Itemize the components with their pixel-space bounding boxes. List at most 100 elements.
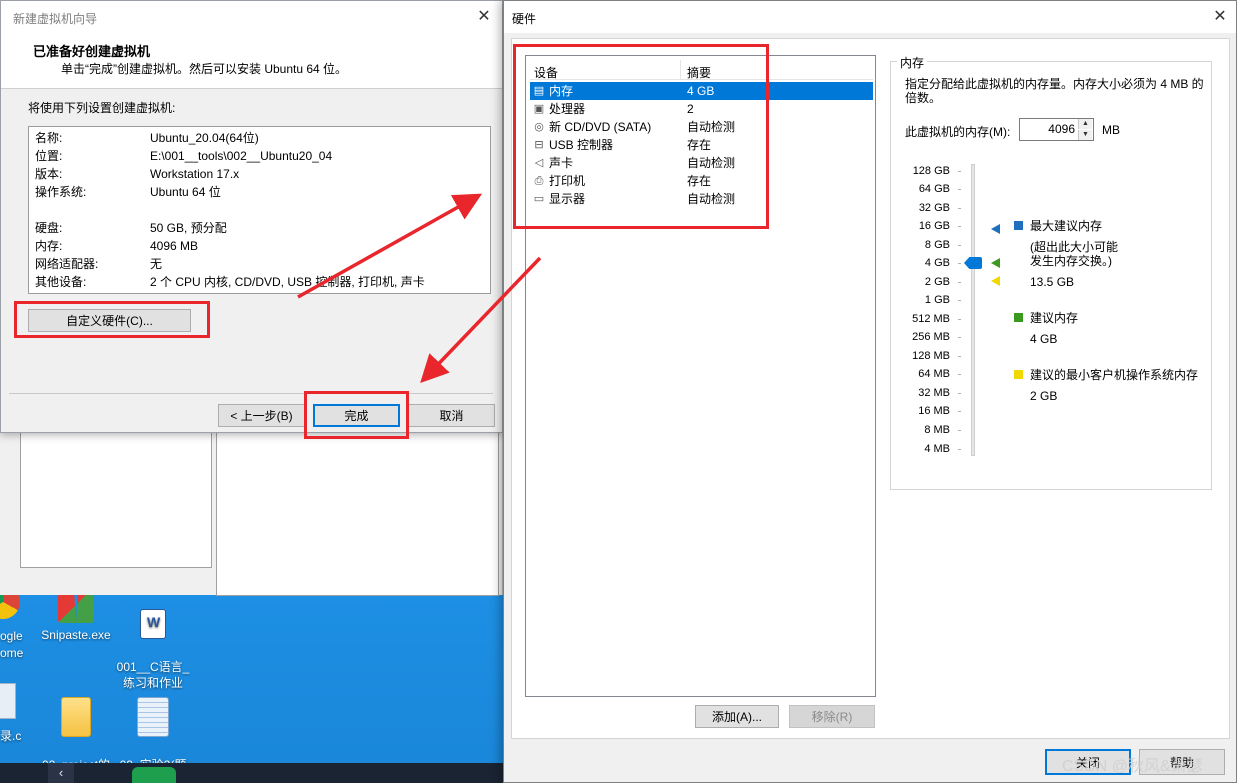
memory-size-label: 此虚拟机的内存(M): bbox=[905, 125, 1011, 139]
summary-row: 网络适配器: 无 bbox=[35, 255, 485, 273]
scale-label: 128 GB bbox=[912, 165, 950, 177]
word-document-icon: W bbox=[140, 609, 166, 639]
desktop-edge-label: ome bbox=[0, 646, 24, 660]
folder-icon bbox=[61, 697, 91, 737]
scale-label: 4 MB bbox=[924, 443, 950, 455]
desktop-icon-label: Snipaste.exe bbox=[41, 628, 111, 642]
scale-label: 4 GB bbox=[924, 257, 950, 269]
scale-tick bbox=[958, 430, 961, 431]
scale-tick bbox=[958, 226, 961, 227]
wizard-titlebar: 新建虚拟机向导 ✕ bbox=[1, 1, 502, 33]
close-icon[interactable]: ✕ bbox=[474, 7, 494, 27]
spin-down-icon[interactable]: ▼ bbox=[1078, 130, 1092, 140]
scale-label: 1 GB bbox=[924, 294, 950, 306]
desktop-icon-c-exercises[interactable]: W 001__C语言_ 练习和作业 bbox=[108, 593, 198, 691]
min-guest-label: 建议的最小客户机操作系统内存 bbox=[1030, 368, 1199, 382]
summary-row: 位置: E:\001__tools\002__Ubuntu20_04 bbox=[35, 147, 485, 165]
min-guest-value: 2 GB bbox=[1030, 389, 1058, 403]
scale-tick bbox=[958, 208, 961, 209]
summary-key: 名称: bbox=[35, 131, 63, 145]
content-panel bbox=[216, 430, 499, 596]
summary-value: 4096 MB bbox=[150, 239, 199, 253]
annotation-box-devices bbox=[513, 44, 769, 229]
summary-key: 版本: bbox=[35, 167, 63, 181]
scale-tick bbox=[958, 356, 961, 357]
vmware-background-window bbox=[0, 430, 503, 596]
summary-key: 位置: bbox=[35, 149, 63, 163]
add-device-button[interactable]: 添加(A)... bbox=[695, 705, 779, 728]
summary-value: 50 GB, 预分配 bbox=[150, 221, 227, 235]
scale-tick bbox=[958, 374, 961, 375]
summary-row: 其他设备: 2 个 CPU 内核, CD/DVD, USB 控制器, 打印机, 声… bbox=[35, 273, 485, 291]
annotation-box-finish bbox=[304, 391, 409, 439]
max-recommended-value: 13.5 GB bbox=[1030, 275, 1075, 289]
notepad-icon bbox=[137, 697, 169, 737]
summary-key: 内存: bbox=[35, 239, 63, 253]
wizard-title: 新建虚拟机向导 bbox=[13, 12, 98, 26]
memory-description: 指定分配给此虚拟机的内存量。内存大小必须为 4 MB 的倍数。 bbox=[905, 77, 1204, 105]
summary-value: 无 bbox=[150, 257, 163, 271]
scale-tick bbox=[958, 393, 961, 394]
memory-size-value[interactable]: 4096 bbox=[1048, 122, 1075, 136]
scale-tick bbox=[958, 282, 961, 283]
memory-group-title: 内存 bbox=[897, 54, 928, 71]
taskbar: ‹ bbox=[0, 763, 505, 783]
snipaste-icon bbox=[58, 593, 94, 623]
close-icon[interactable]: ✕ bbox=[1210, 7, 1230, 27]
summary-row: 硬盘: 50 GB, 预分配 bbox=[35, 219, 485, 237]
memory-slider-track[interactable] bbox=[971, 164, 975, 456]
divider bbox=[9, 393, 493, 394]
desktop-edge-label: 录.c bbox=[0, 729, 22, 743]
scale-tick bbox=[958, 300, 961, 301]
min-guest-swatch bbox=[1014, 370, 1023, 379]
summary-row: 操作系统: Ubuntu 64 位 bbox=[35, 183, 485, 201]
summary-key: 其他设备: bbox=[35, 275, 87, 289]
scale-label: 128 MB bbox=[912, 350, 950, 362]
scale-label: 16 MB bbox=[918, 405, 950, 417]
remove-device-button[interactable]: 移除(R) bbox=[789, 705, 875, 728]
scale-label: 64 GB bbox=[918, 183, 950, 195]
summary-value: E:\001__tools\002__Ubuntu20_04 bbox=[150, 149, 333, 163]
memory-size-input[interactable]: 4096 ▲ ▼ bbox=[1019, 118, 1094, 141]
notepad-icon[interactable] bbox=[0, 683, 16, 719]
scale-tick bbox=[958, 337, 961, 338]
wizard-heading: 已准备好创建虚拟机 bbox=[33, 44, 151, 59]
scale-label: 64 MB bbox=[918, 368, 950, 380]
chevron-left-icon[interactable]: ‹ bbox=[48, 763, 74, 783]
new-vm-wizard-window: 新建虚拟机向导 ✕ 已准备好创建虚拟机 单击“完成”创建虚拟机。然后可以安装 U… bbox=[0, 0, 503, 433]
recommended-marker-icon bbox=[991, 258, 1000, 268]
back-button[interactable]: < 上一步(B) bbox=[218, 404, 305, 427]
summary-key: 网络适配器: bbox=[35, 257, 99, 271]
scale-label: 32 MB bbox=[918, 387, 950, 399]
annotation-box-customize bbox=[14, 301, 210, 338]
spin-up-icon[interactable]: ▲ bbox=[1078, 119, 1092, 129]
summary-key: 硬盘: bbox=[35, 221, 63, 235]
scale-label: 16 GB bbox=[918, 220, 950, 232]
scale-label: 2 GB bbox=[924, 276, 950, 288]
memory-unit: MB bbox=[1102, 123, 1120, 137]
summary-value: Workstation 17.x bbox=[150, 167, 240, 181]
watermark: CSDN @秋风&萧瑟 bbox=[1062, 758, 1203, 775]
summary-row: 版本: Workstation 17.x bbox=[35, 165, 485, 183]
scale-tick bbox=[958, 449, 961, 450]
scale-label: 32 GB bbox=[918, 202, 950, 214]
wizard-subheading: 单击“完成”创建虚拟机。然后可以安装 Ubuntu 64 位。 bbox=[61, 62, 348, 76]
max-recommended-swatch bbox=[1014, 221, 1023, 230]
summary-value: Ubuntu 64 位 bbox=[150, 185, 221, 199]
taskbar-app[interactable] bbox=[132, 767, 176, 783]
wizard-intro: 将使用下列设置创建虚拟机: bbox=[28, 101, 176, 115]
scale-tick bbox=[958, 411, 961, 412]
summary-value: Ubuntu_20.04(64位) bbox=[150, 131, 259, 145]
wizard-header: 已准备好创建虚拟机 单击“完成”创建虚拟机。然后可以安装 Ubuntu 64 位… bbox=[1, 33, 502, 89]
scale-label: 512 MB bbox=[912, 313, 950, 325]
cancel-button[interactable]: 取消 bbox=[408, 404, 495, 427]
scale-tick bbox=[958, 319, 961, 320]
summary-value: 2 个 CPU 内核, CD/DVD, USB 控制器, 打印机, 声卡 bbox=[150, 275, 425, 289]
scale-tick bbox=[958, 245, 961, 246]
scale-tick bbox=[958, 171, 961, 172]
scale-label: 8 GB bbox=[924, 239, 950, 251]
desktop-edge-label: ogle bbox=[0, 629, 23, 643]
summary-row: 名称: Ubuntu_20.04(64位) bbox=[35, 129, 485, 147]
scale-label: 256 MB bbox=[912, 331, 950, 343]
max-recommended-note: (超出此大小可能 发生内存交换。) bbox=[1030, 240, 1118, 268]
